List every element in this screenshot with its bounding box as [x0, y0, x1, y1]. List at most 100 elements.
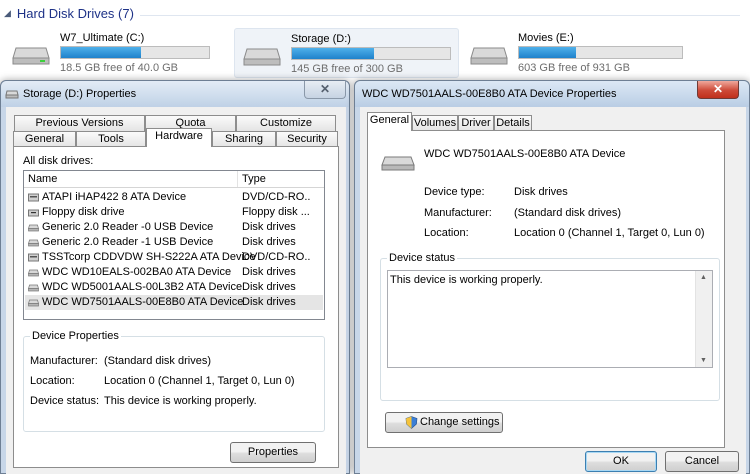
drive-name: Movies (E:)	[518, 32, 574, 44]
drive-type: Disk drives	[242, 221, 296, 233]
tab-sharing[interactable]: Sharing	[212, 131, 276, 147]
list-item[interactable]: WDC WD10EALS-002BA0 ATA Device Disk drive…	[25, 265, 323, 280]
device-status-value: This device is working properly.	[104, 395, 257, 407]
hardware-tab-panel: All disk drives: Name Type ATAPI iHAP422…	[13, 146, 339, 468]
drive-type: Disk drives	[242, 281, 296, 293]
list-item[interactable]: Generic 2.0 Reader -1 USB Device Disk dri…	[25, 235, 323, 250]
tab-driver[interactable]: Driver	[458, 115, 494, 131]
drive-type: Disk drives	[242, 266, 296, 278]
disk-drive-icon	[28, 224, 39, 232]
close-button[interactable]: ✕	[304, 81, 346, 99]
close-button[interactable]: ✕	[697, 81, 739, 99]
scroll-up-icon[interactable]: ▲	[700, 274, 707, 281]
hard-drive-icon	[5, 90, 19, 99]
hard-disk-drives-group-header[interactable]: ◢ Hard Disk Drives (7)	[4, 6, 134, 21]
tab-customize[interactable]: Customize	[236, 115, 336, 131]
location-value: Location 0 (Channel 1, Target 0, Lun 0)	[104, 375, 295, 387]
drive-d[interactable]: Storage (D:) 145 GB free of 300 GB	[234, 28, 459, 78]
device-type-value: Disk drives	[514, 186, 568, 198]
tab-hardware[interactable]: Hardware	[146, 128, 212, 147]
all-disk-drives-label: All disk drives:	[23, 155, 94, 167]
drive-usage-bar	[291, 47, 451, 60]
manufacturer-label: Manufacturer:	[30, 355, 98, 367]
drive-name: Generic 2.0 Reader -0 USB Device	[42, 221, 214, 233]
list-item[interactable]: WDC WD5001AALS-00L3B2 ATA Device Disk dri…	[25, 280, 323, 295]
drive-name: Storage (D:)	[291, 33, 351, 45]
hard-drive-icon	[12, 47, 50, 65]
device-properties-titlebar[interactable]: WDC WD7501AALS-00E8B0 ATA Device Propert…	[355, 81, 749, 107]
status-scrollbar[interactable]: ▲ ▼	[695, 271, 712, 367]
button-label: OK	[613, 455, 629, 467]
drive-e[interactable]: Movies (E:) 603 GB free of 931 GB	[462, 28, 692, 78]
location-label: Location:	[30, 375, 75, 387]
drive-type: DVD/CD-RO...	[242, 251, 310, 263]
drive-type: Disk drives	[242, 236, 296, 248]
drive-name: W7_Ultimate (C:)	[60, 32, 145, 44]
list-item[interactable]: WDC WD7501AALS-00E8B0 ATA Device Disk dri…	[25, 295, 323, 310]
tab-label: Customize	[260, 117, 312, 129]
ok-button[interactable]: OK	[585, 451, 657, 472]
tab-label: Hardware	[155, 130, 203, 142]
window-title: Storage (D:) Properties	[23, 88, 137, 100]
drive-name: Generic 2.0 Reader -1 USB Device	[42, 236, 214, 248]
drive-usage-fill	[519, 47, 577, 58]
list-item[interactable]: Floppy disk drive Floppy disk ...	[25, 205, 323, 220]
group-title: Hard Disk Drives (7)	[16, 6, 134, 21]
drive-type: Floppy disk ...	[242, 206, 310, 218]
hard-drive-icon	[381, 156, 415, 171]
disk-drive-icon	[28, 299, 39, 307]
location-label: Location:	[424, 227, 469, 239]
manufacturer-value: (Standard disk drives)	[104, 355, 211, 367]
general-tab-panel: WDC WD7501AALS-00E8B0 ATA Device Device …	[367, 130, 725, 448]
device-status-group: Device status This device is working pro…	[380, 252, 720, 401]
tab-tools[interactable]: Tools	[76, 131, 146, 147]
device-type-label: Device type:	[424, 186, 485, 198]
tab-volumes[interactable]: Volumes	[412, 115, 458, 131]
storage-properties-window: Storage (D:) Properties ✕ Previous Versi…	[0, 80, 350, 474]
disk-drives-list[interactable]: Name Type ATAPI iHAP422 8 ATA Device DVD/…	[23, 170, 325, 320]
drive-usage-bar	[60, 46, 210, 59]
drive-name: WDC WD5001AALS-00L3B2 ATA Device	[42, 281, 243, 293]
tab-label: General	[369, 114, 410, 126]
hard-drive-icon	[470, 47, 508, 65]
properties-button[interactable]: Properties	[230, 442, 316, 463]
button-label: Properties	[247, 446, 299, 458]
drive-name: WDC WD7501AALS-00E8B0 ATA Device	[42, 296, 244, 308]
hard-drive-icon	[243, 48, 281, 66]
collapse-chevron-icon[interactable]: ◢	[4, 8, 11, 19]
optical-drive-icon	[28, 193, 39, 202]
device-properties-window: WDC WD7501AALS-00E8B0 ATA Device Propert…	[354, 80, 750, 474]
column-header-type[interactable]: Type	[242, 173, 266, 185]
tab-security[interactable]: Security	[276, 131, 338, 147]
tab-details[interactable]: Details	[494, 115, 532, 131]
change-settings-button[interactable]: Change settings	[385, 412, 503, 433]
device-name: WDC WD7501AALS-00E8B0 ATA Device	[424, 148, 626, 160]
list-item[interactable]: ATAPI iHAP422 8 ATA Device DVD/CD-RO...	[25, 190, 323, 205]
list-item[interactable]: TSSTcorp CDDVDW SH-S222A ATA Device DVD/C…	[25, 250, 323, 265]
shield-icon	[405, 416, 418, 429]
drive-free-space: 603 GB free of 931 GB	[518, 62, 630, 74]
device-status-legend: Device status	[387, 252, 458, 264]
drive-c[interactable]: W7_Ultimate (C:) 18.5 GB free of 40.0 GB	[4, 28, 224, 78]
tab-label: Tools	[98, 133, 124, 145]
group-divider	[140, 15, 740, 16]
drive-free-space: 145 GB free of 300 GB	[291, 63, 403, 75]
drive-usage-fill	[61, 47, 141, 58]
storage-properties-titlebar[interactable]: Storage (D:) Properties ✕	[1, 81, 349, 107]
storage-properties-client: Previous Versions Quota Customize Genera…	[6, 107, 346, 474]
column-header-name[interactable]: Name	[28, 173, 57, 185]
tab-general[interactable]: General	[367, 112, 412, 131]
device-status-textbox[interactable]: This device is working properly. ▲ ▼	[387, 270, 713, 368]
tab-label: General	[24, 133, 65, 145]
scroll-down-icon[interactable]: ▼	[700, 357, 707, 364]
button-label: Cancel	[684, 455, 720, 467]
list-item[interactable]: Generic 2.0 Reader -0 USB Device Disk dri…	[25, 220, 323, 235]
disk-drive-icon	[28, 269, 39, 277]
tab-previous-versions[interactable]: Previous Versions	[14, 115, 145, 131]
cancel-button[interactable]: Cancel	[665, 451, 739, 472]
tab-general[interactable]: General	[13, 131, 76, 147]
tab-label: Previous Versions	[35, 117, 124, 129]
drive-usage-fill	[292, 48, 375, 59]
drive-name: TSSTcorp CDDVDW SH-S222A ATA Device	[42, 251, 256, 263]
column-separator[interactable]	[237, 171, 238, 187]
